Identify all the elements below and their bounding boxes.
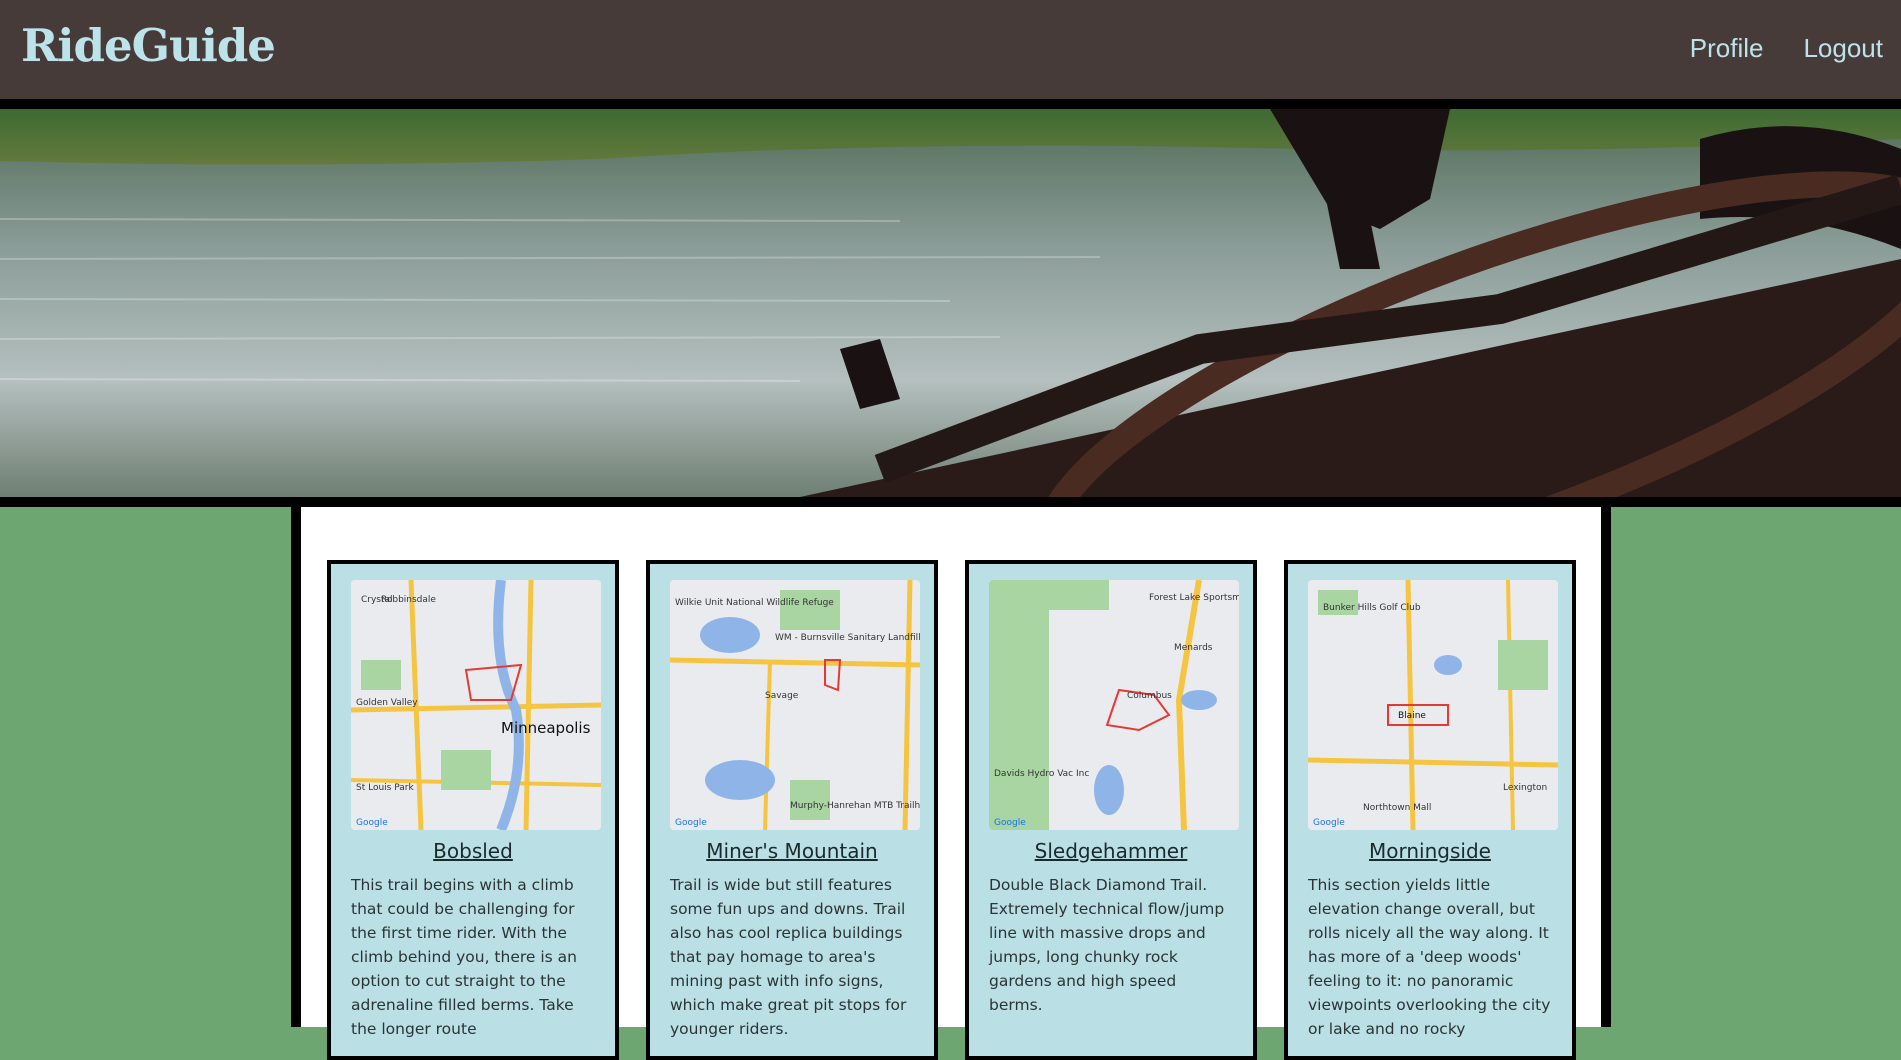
- map-label: WM - Burnsville Sanitary Landfill: [775, 633, 920, 643]
- google-logo: Google: [1313, 818, 1345, 828]
- google-logo: Google: [356, 818, 388, 828]
- google-logo: Google: [994, 818, 1026, 828]
- map-label: Savage: [765, 691, 799, 701]
- trail-card-list: Crystal Robbinsdale Golden Valley Minnea…: [327, 560, 1576, 1060]
- trail-card: Wilkie Unit National Wildlife Refuge WM …: [646, 560, 938, 1060]
- trail-map[interactable]: Crystal Robbinsdale Golden Valley Minnea…: [351, 580, 601, 830]
- hero-divider: [0, 497, 1901, 507]
- map-label: Forest Lake Sportsmen's Club: [1149, 593, 1239, 603]
- main-nav: Profile Logout: [1690, 33, 1883, 64]
- map-label: Northtown Mall: [1363, 803, 1431, 813]
- map-label: St Louis Park: [356, 783, 414, 793]
- trail-title-link[interactable]: Morningside: [1308, 839, 1552, 863]
- content-panel: Crystal Robbinsdale Golden Valley Minnea…: [291, 507, 1611, 1060]
- map-label: Bunker Hills Golf Club: [1323, 603, 1421, 613]
- google-logo: Google: [675, 818, 707, 828]
- nav-profile-link[interactable]: Profile: [1690, 33, 1764, 64]
- trail-description: This trail begins with a climb that coul…: [351, 876, 577, 1038]
- map-label: Murphy-Hanrehan MTB Trailhead: [790, 801, 920, 811]
- map-label: Wilkie Unit National Wildlife Refuge: [675, 598, 834, 608]
- map-label: Davids Hydro Vac Inc: [994, 769, 1089, 779]
- map-label: Minneapolis: [501, 719, 591, 737]
- nav-logout-link[interactable]: Logout: [1803, 33, 1883, 64]
- trail-description: Trail is wide but still features some fu…: [670, 876, 907, 1038]
- trail-map[interactable]: Wilkie Unit National Wildlife Refuge WM …: [670, 580, 920, 830]
- map-label: Menards: [1174, 643, 1213, 653]
- trail-description: Double Black Diamond Trail. Extremely te…: [989, 876, 1225, 1014]
- trail-card: Forest Lake Sportsmen's Club Menards Col…: [965, 560, 1257, 1060]
- top-navbar: RideGuide Profile Logout: [0, 0, 1901, 109]
- trail-map[interactable]: Forest Lake Sportsmen's Club Menards Col…: [989, 580, 1239, 830]
- map-label: Columbus: [1127, 691, 1172, 701]
- hero-banner-image: [0, 109, 1901, 497]
- trail-title-link[interactable]: Miner's Mountain: [670, 839, 914, 863]
- map-label: Lexington: [1503, 783, 1547, 793]
- brand-logo[interactable]: RideGuide: [21, 19, 276, 72]
- trail-title-link[interactable]: Sledgehammer: [989, 839, 1233, 863]
- trail-map[interactable]: Bunker Hills Golf Club Blaine Northtown …: [1308, 580, 1558, 830]
- trail-card: Bunker Hills Golf Club Blaine Northtown …: [1284, 560, 1576, 1060]
- trail-title-link[interactable]: Bobsled: [351, 839, 595, 863]
- trail-card: Crystal Robbinsdale Golden Valley Minnea…: [327, 560, 619, 1060]
- map-label: Blaine: [1398, 711, 1426, 721]
- map-label: Robbinsdale: [381, 595, 436, 605]
- trail-description: This section yields little elevation cha…: [1308, 876, 1551, 1038]
- map-label: Golden Valley: [356, 698, 418, 708]
